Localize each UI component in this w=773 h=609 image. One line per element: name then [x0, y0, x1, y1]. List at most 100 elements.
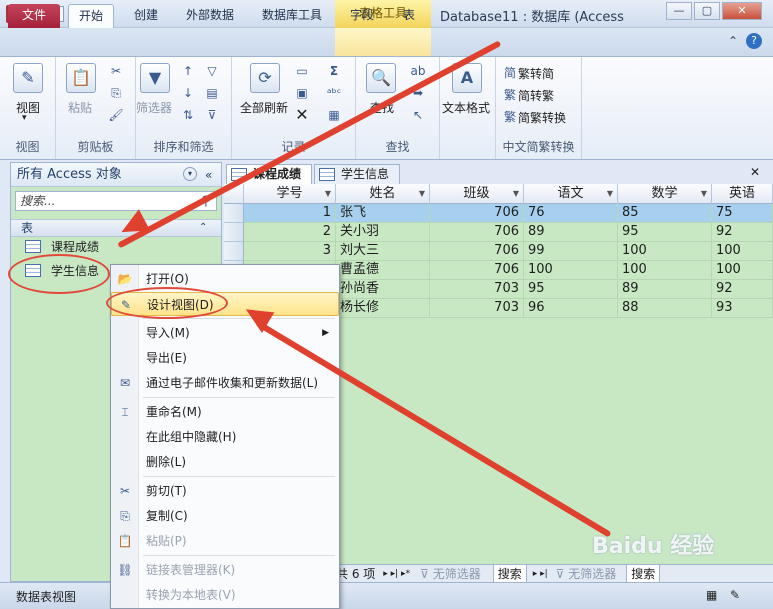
- table-cell[interactable]: 95: [524, 280, 618, 299]
- table-cell[interactable]: 100: [712, 261, 773, 280]
- chevron-down-icon[interactable]: ▼: [513, 184, 519, 204]
- tab-table[interactable]: 表: [393, 4, 425, 28]
- table-cell[interactable]: 93: [712, 299, 773, 318]
- table-cell[interactable]: 3: [244, 242, 336, 261]
- simp-to-trad-button[interactable]: 繁简转繁: [502, 87, 554, 104]
- chevron-down-icon[interactable]: ▼: [419, 184, 425, 204]
- more-records-icon[interactable]: ▦: [326, 107, 342, 123]
- delete-record-icon[interactable]: ✕: [294, 107, 310, 123]
- sort-ascending-icon[interactable]: ↑: [180, 63, 196, 79]
- refresh-all-icon[interactable]: ⟳: [250, 63, 280, 93]
- table-cell[interactable]: 95: [618, 223, 712, 242]
- close-document-icon[interactable]: ✕: [750, 165, 760, 179]
- record-nav-arrows-icon[interactable]: ▸ ▸|: [533, 569, 548, 579]
- close-button[interactable]: ✕: [722, 2, 762, 20]
- column-header[interactable]: 姓名 ▼: [336, 184, 430, 204]
- refresh-all-button[interactable]: 全部刷新: [240, 99, 288, 116]
- table-cell[interactable]: 85: [618, 204, 712, 223]
- maximize-button[interactable]: ▢: [694, 2, 720, 20]
- tab-file[interactable]: 文件: [8, 4, 60, 28]
- table-cell[interactable]: 706: [430, 204, 524, 223]
- table-cell[interactable]: 100: [618, 242, 712, 261]
- view-dropdown-icon[interactable]: ▾: [22, 113, 27, 123]
- format-painter-icon[interactable]: 🖌: [108, 107, 124, 123]
- table-row[interactable]: 3 刘大三 706 99 100 100: [224, 242, 773, 261]
- record-nav-arrows-icon[interactable]: ▸ ▸| ▸*: [383, 569, 410, 579]
- context-menu-item[interactable]: ⌶ 重命名(M): [111, 400, 339, 424]
- filter-icon[interactable]: ▼: [140, 63, 170, 93]
- table-cell[interactable]: 张飞: [336, 204, 430, 223]
- chinese-convert-button[interactable]: 繁简繁转换: [502, 109, 566, 126]
- column-header[interactable]: 语文 ▼: [524, 184, 618, 204]
- table-cell[interactable]: 2: [244, 223, 336, 242]
- remove-sort-icon[interactable]: ⇅: [180, 107, 196, 123]
- table-cell[interactable]: 刘大三: [336, 242, 430, 261]
- replace-icon[interactable]: ab: [410, 63, 426, 79]
- table-cell[interactable]: 100: [618, 261, 712, 280]
- table-cell[interactable]: 96: [524, 299, 618, 318]
- table-cell[interactable]: 703: [430, 280, 524, 299]
- tab-external-data[interactable]: 外部数据: [176, 4, 244, 28]
- nav-pane-menu-icon[interactable]: ▾: [183, 167, 197, 181]
- context-menu-item[interactable]: ⎘ 复制(C): [111, 504, 339, 528]
- table-cell[interactable]: 75: [712, 204, 773, 223]
- context-menu-item[interactable]: ✂ 剪切(T): [111, 479, 339, 503]
- view-icon[interactable]: ✎: [13, 63, 43, 93]
- selection-filter-icon[interactable]: ▽: [204, 63, 220, 79]
- filter-button[interactable]: 筛选器: [136, 99, 172, 116]
- design-view-icon[interactable]: ✎: [730, 588, 740, 602]
- table-cell[interactable]: 76: [524, 204, 618, 223]
- table-cell[interactable]: 88: [618, 299, 712, 318]
- spelling-icon[interactable]: ᵃᵇᶜ: [326, 85, 342, 101]
- column-header[interactable]: 班级 ▼: [430, 184, 524, 204]
- context-menu-item[interactable]: 删除(L): [111, 450, 339, 474]
- table-cell[interactable]: 89: [618, 280, 712, 299]
- datasheet-view-icon[interactable]: ▦: [706, 588, 717, 602]
- table-cell[interactable]: 89: [524, 223, 618, 242]
- chevron-down-icon[interactable]: ▼: [325, 184, 331, 204]
- copy-icon[interactable]: ⎘: [108, 85, 124, 101]
- record-selector[interactable]: [224, 223, 244, 242]
- table-cell[interactable]: 92: [712, 223, 773, 242]
- table-cell[interactable]: 706: [430, 242, 524, 261]
- tab-home[interactable]: 开始: [68, 4, 115, 28]
- minimize-button[interactable]: —: [666, 2, 692, 20]
- table-cell[interactable]: 100: [524, 261, 618, 280]
- table-cell[interactable]: 杨长修: [336, 299, 430, 318]
- binoculars-icon[interactable]: 🔍: [366, 63, 396, 93]
- toggle-filter-icon[interactable]: ⊽: [204, 107, 220, 123]
- no-filter-indicator[interactable]: ⊽ 无筛选器: [556, 565, 617, 582]
- context-menu-item[interactable]: 在此组中隐藏(H): [111, 425, 339, 449]
- tab-database-tools[interactable]: 数据库工具: [252, 4, 332, 28]
- table-cell[interactable]: 曹孟德: [336, 261, 430, 280]
- trad-to-simp-button[interactable]: 简繁转简: [502, 65, 554, 82]
- cut-icon[interactable]: ✂: [108, 63, 124, 79]
- column-header[interactable]: 学号 ▼: [244, 184, 336, 204]
- table-cell[interactable]: 99: [524, 242, 618, 261]
- totals-icon[interactable]: Σ: [326, 63, 342, 79]
- new-record-icon[interactable]: ▭: [294, 63, 310, 79]
- table-cell[interactable]: 100: [712, 242, 773, 261]
- tab-create[interactable]: 创建: [124, 4, 168, 28]
- record-search-input[interactable]: 搜索: [492, 564, 527, 583]
- sort-descending-icon[interactable]: ↓: [180, 85, 196, 101]
- view-button[interactable]: 视图: [16, 99, 40, 116]
- table-cell[interactable]: 706: [430, 223, 524, 242]
- nav-pane-collapse-icon[interactable]: «: [205, 163, 212, 187]
- chevron-down-icon[interactable]: ▼: [701, 184, 707, 204]
- context-menu-item[interactable]: 导入(M) ▶: [111, 321, 339, 345]
- save-record-icon[interactable]: ▣: [294, 85, 310, 101]
- table-cell[interactable]: 孙尚香: [336, 280, 430, 299]
- chevron-down-icon[interactable]: ▼: [607, 184, 613, 204]
- column-header[interactable]: 数学 ▼: [618, 184, 712, 204]
- table-cell[interactable]: 1: [244, 204, 336, 223]
- paste-icon[interactable]: 📋: [66, 63, 96, 93]
- advanced-filter-icon[interactable]: ▤: [204, 85, 220, 101]
- table-cell[interactable]: 703: [430, 299, 524, 318]
- doc-tab-student-info[interactable]: 学生信息: [314, 164, 401, 184]
- table-row[interactable]: 2 关小羽 706 89 95 92: [224, 223, 773, 242]
- record-selector[interactable]: [224, 242, 244, 261]
- paste-button[interactable]: 粘贴: [68, 99, 92, 116]
- text-format-button[interactable]: 文本格式: [442, 99, 490, 116]
- context-menu-item[interactable]: ✉ 通过电子邮件收集和更新数据(L): [111, 371, 339, 395]
